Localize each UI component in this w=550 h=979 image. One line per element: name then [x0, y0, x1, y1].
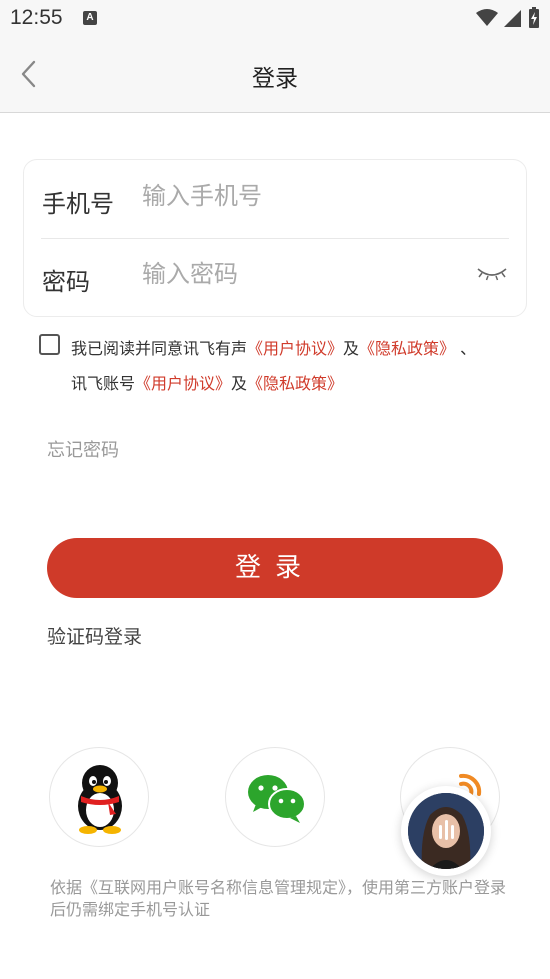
login-button[interactable]: 登录 — [47, 538, 503, 598]
agreement-middle: 讯飞账号 — [71, 374, 136, 393]
avatar-portrait-icon — [408, 793, 484, 869]
agreement-checkbox[interactable] — [39, 334, 60, 355]
footer-note: 依据《互联网用户账号名称信息管理规定》，使用第三方账户登录后仍需绑定手机号认证 — [50, 878, 507, 919]
page-title: 登录 — [252, 66, 298, 92]
wechat-icon — [248, 775, 306, 823]
phone-input[interactable] — [142, 182, 442, 210]
agreement-and: 及 — [343, 339, 360, 358]
wechat-login-button[interactable] — [225, 747, 325, 847]
qq-penguin-icon — [78, 765, 122, 834]
phone-label: 手机号 — [42, 190, 114, 218]
password-input[interactable] — [142, 260, 442, 288]
agreement-prefix: 我已阅读并同意讯飞有声 — [71, 339, 248, 358]
privacy-policy-link[interactable]: 《隐私政策》 — [359, 339, 455, 358]
password-label: 密码 — [42, 268, 90, 296]
account-agreement-link[interactable]: 《用户协议》 — [135, 374, 231, 393]
status-time: 12:55 — [10, 6, 63, 29]
login-form-card: 手机号 密码 — [23, 159, 527, 317]
agreement-and-2: 及 — [231, 374, 248, 393]
signal-icon — [504, 10, 521, 27]
account-privacy-link[interactable]: 《隐私政策》 — [247, 374, 343, 393]
form-divider — [41, 238, 509, 239]
battery-icon — [529, 7, 539, 28]
status-icons — [476, 7, 540, 29]
voice-assistant-button[interactable] — [401, 786, 491, 876]
forgot-password-link[interactable]: 忘记密码 — [47, 436, 119, 462]
status-bar: 12:55 A — [0, 0, 550, 38]
nav-bar: 登录 — [0, 38, 550, 113]
agreement-separator: 、 — [455, 339, 477, 358]
assistant-avatar — [408, 793, 484, 869]
wifi-icon — [476, 9, 498, 26]
eye-closed-icon[interactable] — [476, 264, 508, 284]
notification-icon: A — [83, 11, 97, 25]
sms-login-link[interactable]: 验证码登录 — [47, 622, 142, 649]
user-agreement-link[interactable]: 《用户协议》 — [247, 339, 343, 358]
agreement-text: 我已阅读并同意讯飞有声《用户协议》及《隐私政策》 、 讯飞账号《用户协议》及《隐… — [71, 331, 531, 401]
qq-login-button[interactable] — [49, 747, 149, 847]
